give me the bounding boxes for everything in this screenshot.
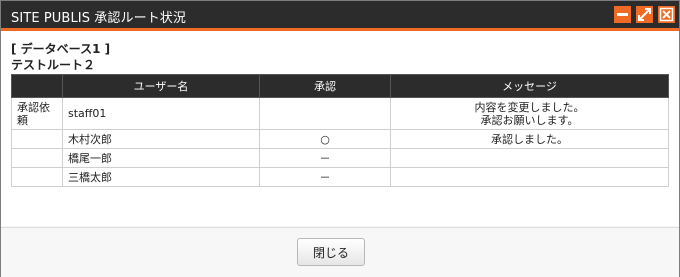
step-cell bbox=[11, 167, 63, 187]
step-cell bbox=[11, 129, 63, 149]
table-row: 橋尾一郎 － bbox=[11, 148, 669, 168]
close-button[interactable]: 閉じる bbox=[297, 238, 365, 266]
user-cell: 木村次郎 bbox=[62, 129, 260, 149]
approval-cell: － bbox=[259, 148, 391, 168]
approval-route-table: ユーザー名 承認 メッセージ 承認依頼 staff01 内容を変更しました。 承… bbox=[11, 74, 669, 187]
minimize-button[interactable] bbox=[614, 6, 631, 23]
route-name: テストルート２ bbox=[11, 58, 96, 72]
approval-cell: ○ bbox=[259, 129, 391, 149]
approval-cell bbox=[259, 97, 391, 130]
window-title: SITE PUBLIS 承認ルート状況 bbox=[11, 11, 187, 26]
maximize-button[interactable] bbox=[636, 6, 653, 23]
message-cell: 承認しました。 bbox=[390, 129, 669, 149]
minimize-icon bbox=[617, 13, 628, 16]
title-bar: SITE PUBLIS 承認ルート状況 bbox=[1, 1, 679, 31]
column-header-user: ユーザー名 bbox=[62, 74, 260, 98]
close-icon bbox=[659, 7, 674, 22]
user-cell: staff01 bbox=[62, 97, 260, 130]
user-cell: 三橋太郎 bbox=[62, 167, 260, 187]
message-cell bbox=[390, 148, 669, 168]
approval-cell: － bbox=[259, 167, 391, 187]
dialog-content: [ データベース1 ] テストルート２ ユーザー名 承認 メッセージ 承認依頼 … bbox=[1, 31, 679, 226]
user-cell: 橋尾一郎 bbox=[62, 148, 260, 168]
step-cell bbox=[11, 148, 63, 168]
message-cell: 内容を変更しました。 承認お願いします。 bbox=[390, 97, 669, 130]
message-line: 承認しました。 bbox=[491, 132, 568, 146]
message-line: 承認お願いします。 bbox=[480, 113, 579, 127]
table-header-row: ユーザー名 承認 メッセージ bbox=[11, 74, 669, 98]
maximize-icon bbox=[638, 8, 651, 21]
approval-route-window: SITE PUBLIS 承認ルート状況 [ データベース1 ] テストルート２ bbox=[0, 0, 680, 277]
dialog-footer: 閉じる bbox=[1, 227, 679, 277]
database-label: [ データベース1 ] bbox=[11, 42, 111, 56]
column-header-approval: 承認 bbox=[259, 74, 391, 98]
close-window-button[interactable] bbox=[658, 6, 675, 23]
message-cell bbox=[390, 167, 669, 187]
table-row: 承認依頼 staff01 内容を変更しました。 承認お願いします。 bbox=[11, 97, 669, 130]
column-header-step bbox=[11, 74, 63, 98]
table-row: 木村次郎 ○ 承認しました。 bbox=[11, 129, 669, 149]
table-row: 三橋太郎 － bbox=[11, 167, 669, 187]
column-header-message: メッセージ bbox=[390, 74, 669, 98]
message-line: 内容を変更しました。 bbox=[474, 100, 585, 114]
step-cell: 承認依頼 bbox=[11, 97, 63, 130]
